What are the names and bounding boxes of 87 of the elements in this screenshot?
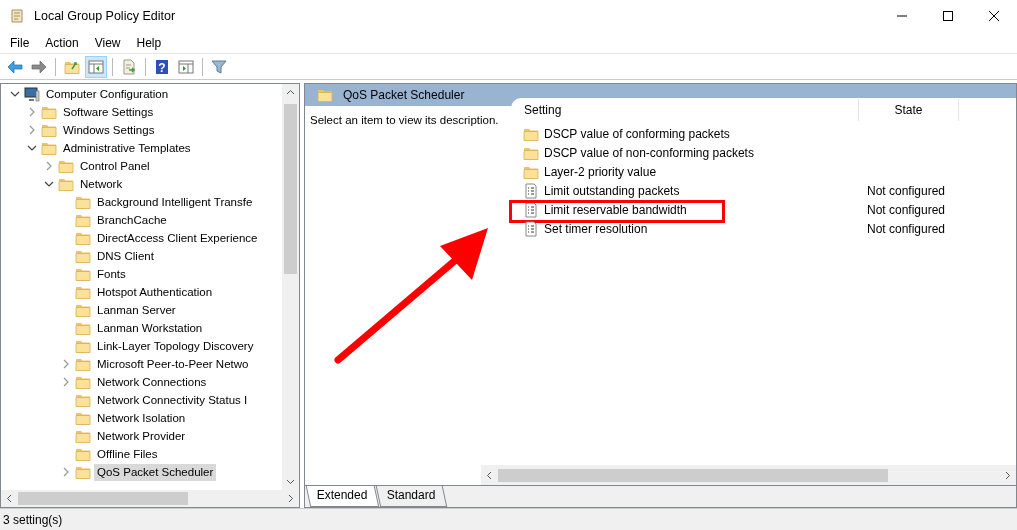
folder-icon	[58, 158, 74, 174]
folder-icon	[75, 428, 91, 444]
tree-item[interactable]: DNS Client	[94, 247, 157, 265]
console-tree-icon	[88, 58, 104, 75]
tree-item[interactable]: Network Provider	[94, 427, 189, 445]
folder-icon	[41, 140, 57, 156]
folder-icon	[75, 266, 91, 282]
column-header[interactable]: Setting	[511, 99, 859, 121]
folder-icon	[75, 338, 91, 354]
folder-icon	[75, 446, 91, 462]
tree-item[interactable]: Lanman Server	[94, 301, 179, 319]
setting-state: Not configured	[866, 220, 946, 238]
tree-item[interactable]: BranchCache	[94, 211, 170, 229]
policy-icon	[523, 220, 539, 237]
folder-icon	[75, 464, 91, 480]
setting-name[interactable]: DSCP value of non-conforming packets	[544, 145, 754, 160]
horizontal-scrollbar[interactable]	[481, 465, 1016, 485]
tree-item[interactable]: Network Isolation	[94, 409, 189, 427]
setting-name[interactable]: Limit outstanding packets	[544, 183, 680, 198]
tree-item[interactable]: Network	[77, 175, 126, 193]
computer-icon	[24, 86, 40, 102]
tree-item[interactable]: Administrative Templates	[60, 139, 194, 157]
scroll-icon	[8, 7, 26, 25]
setting-name[interactable]: Set timer resolution	[544, 221, 648, 236]
tree-item[interactable]: Software Settings	[60, 103, 157, 121]
folder-icon	[75, 320, 91, 336]
setting-state: Not configured	[866, 201, 946, 219]
tree-item[interactable]: Background Intelligent Transfe	[94, 193, 256, 211]
tab[interactable]: Extended	[305, 486, 379, 507]
setting-name[interactable]: Limit reservable bandwidth	[544, 202, 687, 217]
vertical-scrollbar[interactable]	[282, 84, 299, 490]
chevron-down-icon[interactable]	[9, 89, 20, 99]
column-header[interactable]: State	[859, 99, 959, 121]
maximize-icon	[943, 11, 953, 21]
folder-icon	[75, 248, 91, 264]
policy-icon	[523, 201, 539, 218]
pane-title: QoS Packet Scheduler	[343, 87, 465, 104]
tree-item[interactable]: Lanman Workstation	[94, 319, 206, 337]
horizontal-scrollbar[interactable]	[1, 490, 299, 507]
tree-item[interactable]: DirectAccess Client Experience	[94, 229, 261, 247]
folder-icon	[75, 212, 91, 228]
policy-icon	[523, 182, 539, 199]
chevron-down-icon[interactable]	[43, 179, 54, 189]
status-text: 3 setting(s)	[0, 508, 1017, 530]
menu-item[interactable]: File	[4, 33, 36, 52]
action-pane-icon	[178, 58, 194, 75]
folder-icon	[75, 392, 91, 408]
scroll-up-icon[interactable]	[286, 88, 295, 97]
tree-item[interactable]: Link-Layer Topology Discovery	[94, 337, 257, 355]
tree-item[interactable]: Windows Settings	[60, 121, 158, 139]
window-title: Local Group Policy Editor	[34, 7, 176, 25]
tree-item[interactable]: Network Connections	[94, 373, 210, 391]
menu-item[interactable]: View	[88, 33, 127, 52]
scroll-down-icon[interactable]	[286, 477, 295, 486]
close-icon	[989, 11, 999, 21]
tree-item[interactable]: Control Panel	[77, 157, 153, 175]
toolbar-button[interactable]	[85, 55, 107, 78]
setting-state: Not configured	[866, 182, 946, 200]
menu-item[interactable]: Help	[130, 33, 168, 52]
tree-item[interactable]: Microsoft Peer-to-Peer Netwo	[94, 355, 252, 373]
folder-icon	[75, 302, 91, 318]
back-arrow-icon	[7, 58, 23, 75]
setting-name[interactable]: Layer-2 priority value	[544, 164, 657, 179]
description-text: Select an item to view its description.	[309, 113, 500, 128]
folder-icon	[75, 194, 91, 210]
folder-icon	[317, 87, 333, 103]
tree-item[interactable]: QoS Packet Scheduler	[94, 463, 217, 481]
tree-item[interactable]: Offline Files	[94, 445, 161, 463]
tree-item[interactable]: Hotspot Authentication	[94, 283, 216, 301]
folder-icon	[41, 104, 57, 120]
export-list-icon	[121, 58, 137, 75]
folder-icon	[75, 284, 91, 300]
tree-item[interactable]: Computer Configuration	[43, 85, 172, 103]
tab[interactable]: Standard	[375, 486, 447, 507]
folder-icon	[75, 230, 91, 246]
forward-arrow-icon	[31, 58, 47, 75]
folder-icon	[41, 122, 57, 138]
folder-icon	[58, 176, 74, 192]
folder-icon	[75, 410, 91, 426]
menu-item[interactable]: Action	[39, 33, 85, 52]
folder-icon	[75, 374, 91, 390]
chevron-down-icon[interactable]	[26, 143, 37, 153]
tree-item[interactable]: Fonts	[94, 265, 129, 283]
tree-item[interactable]: Network Connectivity Status I	[94, 391, 251, 409]
setting-name[interactable]: DSCP value of conforming packets	[544, 126, 730, 141]
filter-icon	[211, 58, 227, 75]
folder-icon	[75, 356, 91, 372]
